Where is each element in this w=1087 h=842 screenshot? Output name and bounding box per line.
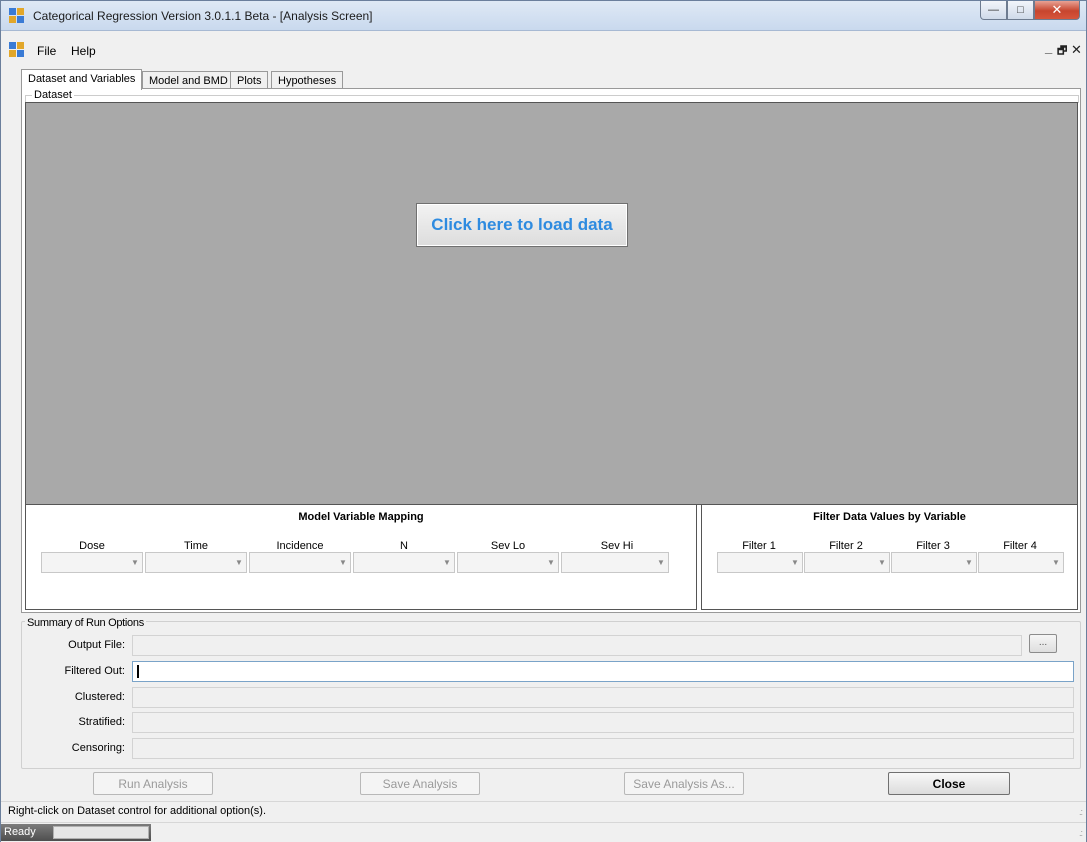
- filter-1-dropdown[interactable]: ▼: [717, 552, 803, 573]
- time-label: Time: [183, 540, 209, 552]
- status-text: Ready: [4, 826, 36, 838]
- close-button[interactable]: Close: [888, 772, 1010, 795]
- close-icon: ✕: [1051, 2, 1063, 17]
- close-window-button[interactable]: ✕: [1034, 1, 1080, 20]
- menu-file[interactable]: File: [37, 44, 56, 58]
- tab-model-and-bmd[interactable]: Model and BMD: [142, 71, 235, 89]
- incidence-dropdown[interactable]: ▼: [249, 552, 351, 573]
- chevron-down-icon: ▼: [657, 558, 665, 567]
- filter-title: Filter Data Values by Variable: [813, 511, 966, 523]
- minimize-button[interactable]: —: [980, 1, 1007, 20]
- filtered-out-label: Filtered Out:: [64, 665, 125, 677]
- dataset-grid[interactable]: [25, 102, 1078, 505]
- browse-output-button[interactable]: ...: [1029, 634, 1057, 653]
- chevron-down-icon: ▼: [547, 558, 555, 567]
- chevron-down-icon: ▼: [965, 558, 973, 567]
- maximize-icon: □: [1017, 4, 1024, 16]
- chevron-down-icon: ▼: [878, 558, 886, 567]
- chevron-down-icon: ▼: [131, 558, 139, 567]
- chevron-down-icon: ▼: [791, 558, 799, 567]
- mdi-child-icon[interactable]: [9, 42, 25, 58]
- sev-lo-dropdown[interactable]: ▼: [457, 552, 559, 573]
- tab-hypotheses[interactable]: Hypotheses: [271, 71, 344, 89]
- app-icon: [9, 8, 25, 24]
- chevron-down-icon: ▼: [443, 558, 451, 567]
- hint-text: Right-click on Dataset control for addit…: [8, 805, 267, 817]
- filter-4-dropdown[interactable]: ▼: [978, 552, 1064, 573]
- run-analysis-button[interactable]: Run Analysis: [93, 772, 213, 795]
- save-analysis-as-button[interactable]: Save Analysis As...: [624, 772, 744, 795]
- dose-dropdown[interactable]: ▼: [41, 552, 143, 573]
- summary-group-label: Summary of Run Options: [25, 617, 146, 629]
- resize-grip-icon: .:: [1078, 807, 1083, 817]
- incidence-label: Incidence: [276, 540, 324, 552]
- sev-lo-label: Sev Lo: [490, 540, 526, 552]
- filter-3-dropdown[interactable]: ▼: [891, 552, 977, 573]
- filter-4-label: Filter 4: [1003, 540, 1037, 552]
- model-variable-mapping-title: Model Variable Mapping: [298, 511, 424, 523]
- chevron-down-icon: ▼: [235, 558, 243, 567]
- mdi-restore-icon[interactable]: 🗗: [1057, 42, 1067, 61]
- output-file-field[interactable]: [132, 635, 1022, 656]
- tab-plots[interactable]: Plots: [230, 71, 269, 89]
- window-title: Categorical Regression Version 3.0.1.1 B…: [33, 9, 373, 23]
- output-file-label: Output File:: [68, 639, 125, 651]
- app-window: Categorical Regression Version 3.0.1.1 B…: [0, 0, 1087, 842]
- title-bar[interactable]: Categorical Regression Version 3.0.1.1 B…: [1, 1, 1086, 31]
- progress-bar: [53, 826, 149, 839]
- mdi-close-icon[interactable]: ✕: [1071, 42, 1082, 58]
- tab-dataset-and-variables[interactable]: Dataset and Variables: [21, 69, 143, 90]
- filtered-out-field[interactable]: [132, 661, 1074, 682]
- status-bar: Ready .:: [1, 822, 1086, 842]
- maximize-button[interactable]: □: [1007, 1, 1034, 20]
- save-analysis-button[interactable]: Save Analysis: [360, 772, 480, 795]
- n-label: N: [400, 540, 408, 552]
- filter-3-label: Filter 3: [916, 540, 950, 552]
- dataset-group-label: Dataset: [32, 89, 74, 101]
- menu-bar: File Help _ 🗗 ✕: [1, 39, 1086, 61]
- clustered-field[interactable]: [132, 687, 1074, 708]
- filter-2-label: Filter 2: [829, 540, 863, 552]
- hint-bar: Right-click on Dataset control for addit…: [1, 801, 1086, 821]
- mdi-minimize-icon[interactable]: _: [1045, 40, 1052, 55]
- dose-label: Dose: [79, 540, 105, 552]
- stratified-field[interactable]: [132, 712, 1074, 733]
- censoring-label: Censoring:: [71, 742, 125, 754]
- sev-hi-dropdown[interactable]: ▼: [561, 552, 669, 573]
- clustered-label: Clustered:: [74, 691, 125, 703]
- load-data-button[interactable]: Click here to load data: [416, 203, 628, 247]
- stratified-label: Stratified:: [78, 716, 125, 728]
- filter-2-dropdown[interactable]: ▼: [804, 552, 890, 573]
- censoring-field[interactable]: [132, 738, 1074, 759]
- resize-grip-icon[interactable]: .:: [1079, 828, 1083, 838]
- chevron-down-icon: ▼: [339, 558, 347, 567]
- sev-hi-label: Sev Hi: [600, 540, 634, 552]
- time-dropdown[interactable]: ▼: [145, 552, 247, 573]
- menu-help[interactable]: Help: [71, 44, 96, 58]
- minimize-icon: —: [988, 4, 999, 16]
- chevron-down-icon: ▼: [1052, 558, 1060, 567]
- filter-1-label: Filter 1: [742, 540, 776, 552]
- text-caret: [137, 665, 139, 678]
- n-dropdown[interactable]: ▼: [353, 552, 455, 573]
